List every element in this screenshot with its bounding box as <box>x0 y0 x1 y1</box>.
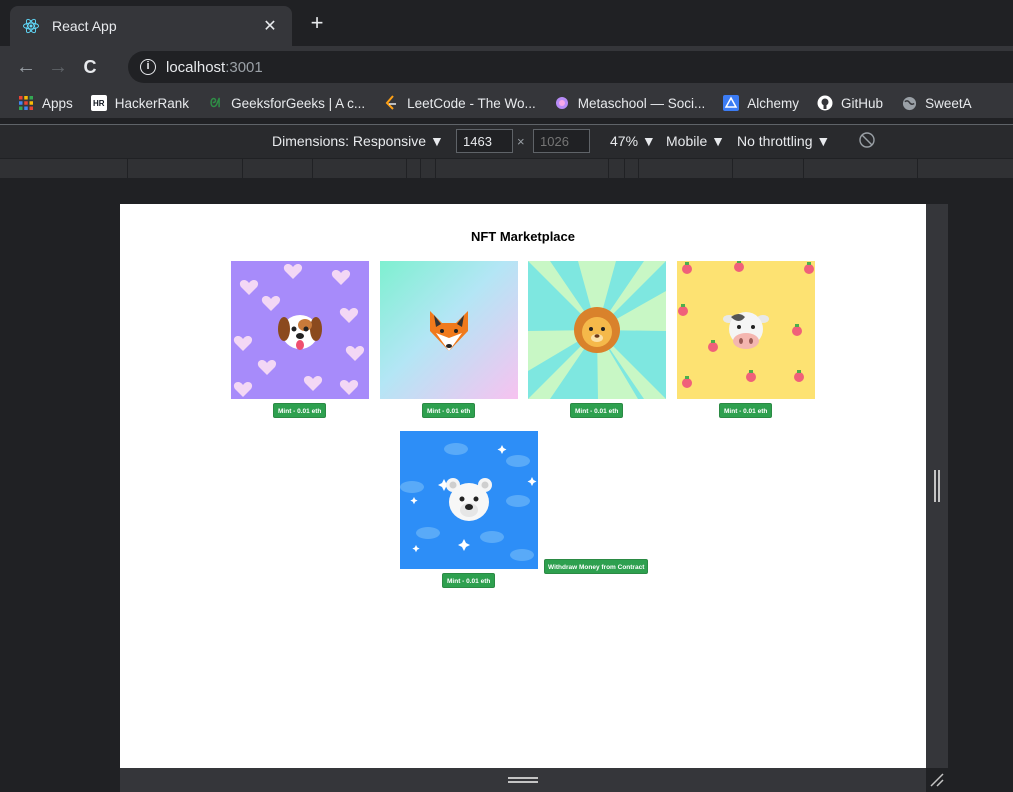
nft-image-fox[interactable] <box>380 261 518 399</box>
resize-handle-right[interactable] <box>934 470 940 502</box>
new-tab-button[interactable]: + <box>306 12 328 34</box>
ruler-segment[interactable] <box>803 159 804 179</box>
lion-face-icon <box>574 307 620 353</box>
back-arrow-icon[interactable]: ← <box>10 56 42 79</box>
url-host: localhost <box>166 58 226 76</box>
mint-button-polar-bear[interactable]: Mint - 0.01 eth <box>442 573 496 588</box>
ruler-segment[interactable] <box>624 159 625 179</box>
hackerrank-icon: HR <box>90 95 107 111</box>
metaschool-icon <box>554 95 570 111</box>
bookmark-label: GitHub <box>841 95 884 111</box>
resize-corner-icon[interactable] <box>929 772 945 788</box>
device-toolbar: Dimensions: Responsive ▼ × 47% ▼ Mobile … <box>0 125 1013 158</box>
bookmark-label: Alchemy <box>747 95 800 111</box>
mint-button-fox[interactable]: Mint - 0.01 eth <box>422 403 476 418</box>
bookmark-label: HackerRank <box>114 95 190 111</box>
bookmark-github[interactable]: GitHub <box>817 95 883 111</box>
tab-title: React App <box>52 18 117 34</box>
mint-button-cow[interactable]: Mint - 0.01 eth <box>719 403 773 418</box>
tab-react-app[interactable]: React App ✕ <box>10 6 292 46</box>
ruler-segment[interactable] <box>608 159 609 179</box>
mint-button-dog[interactable]: Mint - 0.01 eth <box>273 403 327 418</box>
mint-button-lion[interactable]: Mint - 0.01 eth <box>570 403 624 418</box>
url-port: :3001 <box>225 58 263 76</box>
forward-arrow-icon[interactable]: → <box>42 56 74 79</box>
dog-face-icon <box>278 315 322 350</box>
fox-face-icon <box>430 311 468 351</box>
nft-image-lion[interactable] <box>528 261 666 399</box>
bookmark-label: Apps <box>42 95 73 111</box>
address-bar[interactable]: i localhost:3001 <box>128 51 1013 83</box>
bookmark-geeksforgeeks[interactable]: ᘛ GeeksforGeeks | A c... <box>207 95 365 111</box>
ruler-segment[interactable] <box>638 159 639 179</box>
globe-icon <box>901 95 917 111</box>
ruler-segment[interactable] <box>420 159 421 179</box>
tab-close-icon[interactable]: ✕ <box>260 16 280 36</box>
github-icon <box>817 95 833 111</box>
viewport-height-input[interactable] <box>533 129 590 153</box>
bookmark-label: GeeksforGeeks | A c... <box>231 95 366 111</box>
times-sign: × <box>517 134 525 149</box>
page-title: NFT Marketplace <box>470 229 576 244</box>
polar-bear-face-icon <box>446 478 492 521</box>
alchemy-icon <box>723 95 740 111</box>
bookmark-hackerrank[interactable]: HR HackerRank <box>90 95 190 111</box>
bookmark-leetcode[interactable]: LeetCode - The Wo... <box>383 95 536 111</box>
zoom-dropdown[interactable]: 47% ▼ <box>610 133 656 149</box>
dimensions-dropdown[interactable]: Dimensions: Responsive ▼ <box>272 133 444 149</box>
ruler-segment[interactable] <box>732 159 733 179</box>
ruler-segment[interactable] <box>917 159 918 179</box>
info-icon[interactable]: i <box>140 59 156 75</box>
geeksforgeeks-icon: ᘛ <box>209 95 221 110</box>
apps-grid-icon <box>18 95 34 111</box>
withdraw-money-button[interactable]: Withdraw Money from Contract <box>544 559 649 574</box>
resize-handle-bottom[interactable] <box>508 777 538 783</box>
tab-strip: React App ✕ + <box>0 0 1013 46</box>
browser-toolbar: ← → C i localhost:3001 <box>0 46 1013 88</box>
nft-image-cow[interactable] <box>677 261 815 399</box>
leetcode-icon <box>383 95 399 111</box>
emulated-viewport: NFT Marketplace Mint - 0.01 eth Mint - 0… <box>120 204 926 768</box>
bookmark-apps[interactable]: Apps <box>18 95 73 111</box>
ruler-segment[interactable] <box>406 159 407 179</box>
ruler-segment[interactable] <box>435 159 436 179</box>
browser-window: React App ✕ + ← → C i localhost:3001 App… <box>0 0 1013 792</box>
nft-image-polar-bear[interactable] <box>400 431 538 569</box>
throttling-dropdown[interactable]: No throttling ▼ <box>737 133 830 149</box>
bookmark-label: Metaschool — Soci... <box>577 95 706 111</box>
ruler-segment[interactable] <box>242 159 243 179</box>
viewport-width-input[interactable] <box>456 129 513 153</box>
media-query-ruler <box>0 158 1013 179</box>
react-icon <box>22 17 40 35</box>
reload-icon[interactable]: C <box>74 57 106 78</box>
bookmark-metaschool[interactable]: Metaschool — Soci... <box>554 95 706 111</box>
nft-image-dog[interactable] <box>231 261 369 399</box>
device-type-dropdown[interactable]: Mobile ▼ <box>666 133 725 149</box>
bookmark-alchemy[interactable]: Alchemy <box>723 95 799 111</box>
ruler-segment[interactable] <box>127 159 128 179</box>
bookmark-label: LeetCode - The Wo... <box>407 95 536 111</box>
bookmarks-bar: Apps HR HackerRank ᘛ GeeksforGeeks | A c… <box>0 88 1013 118</box>
rotate-icon[interactable] <box>858 131 876 149</box>
bookmark-label: SweetA <box>925 95 972 111</box>
ruler-segment[interactable] <box>312 159 313 179</box>
cow-face-icon <box>723 312 769 349</box>
bookmark-sweeta[interactable]: SweetA <box>901 95 972 111</box>
